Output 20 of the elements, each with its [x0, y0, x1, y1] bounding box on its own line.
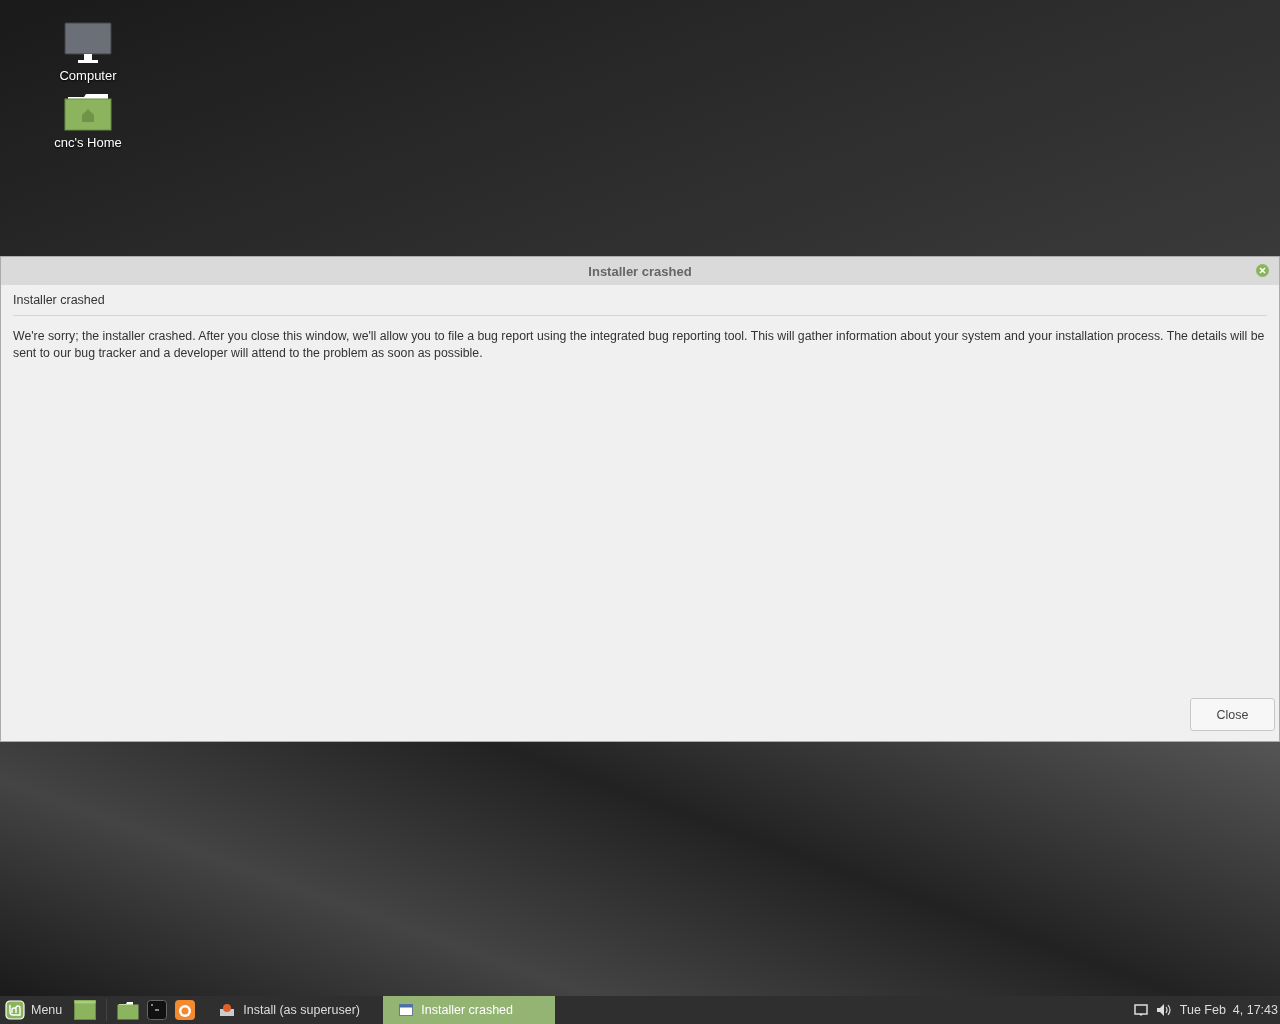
desktop-icon-label[interactable]: Computer [59, 68, 117, 83]
terminal-icon[interactable] [147, 1000, 168, 1020]
menu-button[interactable]: Menu [5, 1000, 63, 1020]
window-title: Installer crashed [588, 263, 692, 279]
desktop-icon-label[interactable]: cnc's Home [54, 135, 122, 150]
close-button[interactable]: Close [1190, 698, 1275, 731]
browser-icon[interactable] [175, 1000, 196, 1020]
mint-logo-icon [5, 1000, 25, 1020]
monitor-icon[interactable] [64, 22, 112, 64]
installer-icon [219, 1003, 236, 1017]
notification-icon[interactable] [1133, 1003, 1148, 1017]
taskbar-window-button[interactable]: Install (as superuser) [203, 996, 376, 1024]
show-desktop-icon[interactable] [74, 1000, 97, 1020]
error-message: We're sorry; the installer crashed. After you close this window, we'll allow you to file a bug report using the integrated bug reporting tool. This will gather information about your system and your installation process. The details will be sent to our bug tracker and a developer will attend to the problem as soon as possible. [13, 328, 1266, 362]
dialog-heading: Installer crashed [13, 293, 1267, 316]
window-icon [399, 1004, 414, 1016]
folder-icon[interactable] [117, 1000, 140, 1020]
volume-icon[interactable] [1155, 1003, 1172, 1017]
clock[interactable]: Tue Feb 4, 17:43 [1179, 1003, 1278, 1017]
home-folder-icon[interactable] [64, 93, 112, 131]
